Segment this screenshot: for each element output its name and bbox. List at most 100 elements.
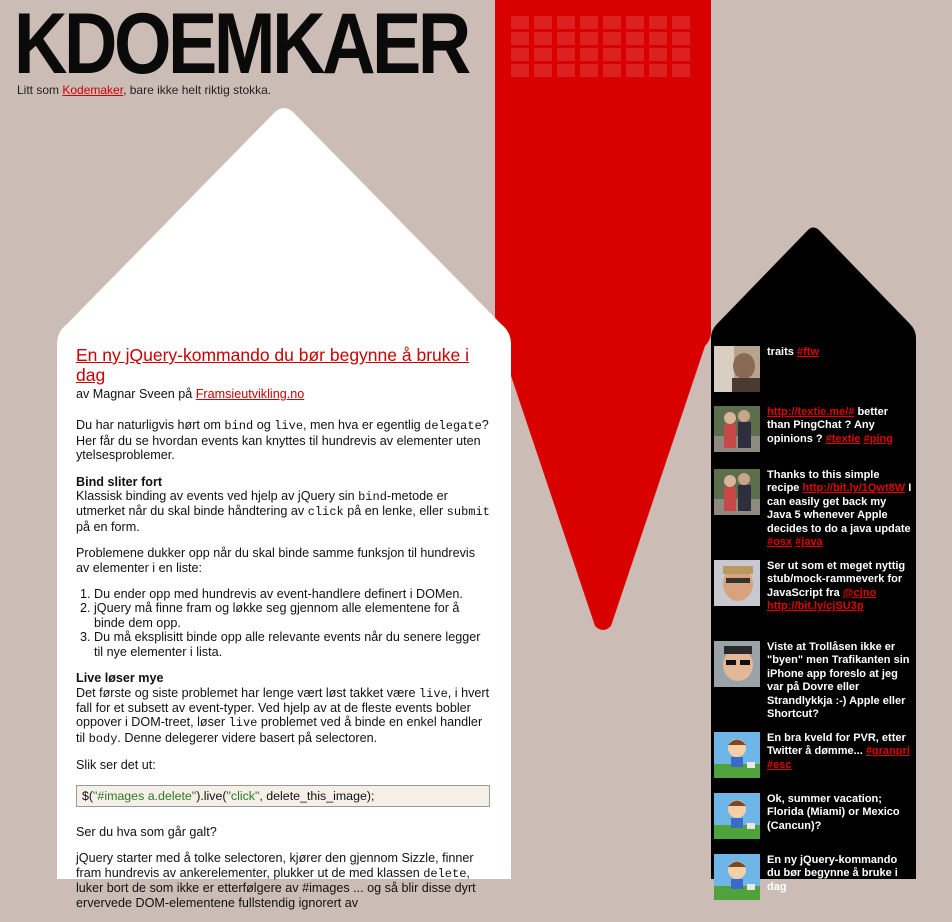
banner-tile (603, 64, 621, 77)
banner-tile (603, 48, 621, 61)
byline-text: av Magnar Sveen på (76, 387, 196, 401)
tweet-text: En ny jQuery-kommando du bør begynne å b… (767, 854, 912, 894)
blog-post: En ny jQuery-kommando du bør begynne å b… (76, 345, 490, 922)
tweet-link[interactable]: http://textie.me/# (767, 406, 854, 418)
banner-tile (511, 48, 529, 61)
twitter-panel (711, 227, 916, 879)
tweet-text: traits #ftw (767, 346, 912, 359)
couple-avatar[interactable] (714, 469, 760, 515)
banner-tile (603, 32, 621, 45)
banner-tile (672, 48, 690, 61)
kodemaker-link[interactable]: Kodemaker (62, 83, 123, 97)
hashtag-link[interactable]: #granpri (866, 745, 910, 757)
banner-tile (649, 48, 667, 61)
banner-tile (511, 16, 529, 29)
banner-tile (534, 48, 552, 61)
post-title: En ny jQuery-kommando du bør begynne å b… (76, 345, 490, 385)
banner-tile (534, 32, 552, 45)
code-part: $( (82, 788, 94, 803)
code-string: "#images a.delete" (93, 788, 197, 803)
post-byline: av Magnar Sveen på Framsieutvikling.no (76, 387, 490, 401)
code-live: live (274, 419, 304, 434)
banner-tile (626, 16, 644, 29)
banner-tile (626, 64, 644, 77)
tweet-span: Ok, summer vacation; Florida (Miami) or … (767, 793, 900, 832)
face-avatar[interactable] (714, 560, 760, 606)
banner-tile (534, 16, 552, 29)
cartoon-avatar[interactable] (714, 854, 760, 900)
text: på en form. (76, 519, 140, 534)
text: på en lenke, eller (343, 504, 447, 519)
last-paragraph: jQuery starter med å tolke selectoren, k… (76, 851, 490, 910)
portrait-avatar[interactable] (714, 346, 760, 392)
banner-tile (626, 32, 644, 45)
banner-tile (580, 64, 598, 77)
bind-paragraph: Klassisk binding av events ved hjelp av … (76, 489, 490, 534)
tagline-prefix: Litt som (17, 83, 63, 97)
banner-tile (580, 16, 598, 29)
tweet-link[interactable]: http://bit.ly/1Qwt8W (802, 482, 905, 494)
cartoon-avatar[interactable] (714, 793, 760, 839)
code-live: live (418, 686, 448, 701)
post-title-link[interactable]: En ny jQuery-kommando du bør begynne å b… (76, 345, 469, 385)
banner-tile (557, 32, 575, 45)
hashtag-link[interactable]: #esc (767, 759, 791, 771)
tweet-text: Ser ut som et meget nyttig stub/mock-ram… (767, 560, 912, 614)
problem-intro: Problemene dukker opp når du skal binde … (76, 546, 476, 575)
banner-tile (649, 64, 667, 77)
section-heading-live: Live løser mye (76, 671, 164, 686)
code-click: click (307, 505, 344, 520)
couple-avatar[interactable] (714, 406, 760, 452)
banner-pattern (511, 16, 695, 80)
site-title[interactable]: KDOEMKAER (14, 1, 471, 87)
source-link[interactable]: Framsieutvikling.no (196, 387, 305, 401)
code-delegate: delegate (424, 419, 482, 434)
live-paragraph: Det første og siste problemet har lenge … (76, 686, 490, 747)
code-bind: bind (224, 419, 254, 434)
tweet-text: Thanks to this simple recipe http://bit.… (767, 469, 912, 549)
hashtag-link[interactable]: #ping (864, 433, 893, 445)
banner-tile (511, 64, 529, 77)
banner-tile (557, 48, 575, 61)
banner-tile (580, 32, 598, 45)
banner-tile (672, 64, 690, 77)
tweet-text: http://textie.me/# better than PingChat … (767, 406, 912, 446)
banner-tile (580, 48, 598, 61)
list-item: Du må eksplisitt binde opp alle relevant… (94, 630, 490, 659)
tweet-span: Ser ut som et meget nyttig stub/mock-ram… (767, 560, 906, 599)
tweet-span: En ny jQuery-kommando du bør begynne å b… (767, 854, 898, 893)
banner-tile (672, 32, 690, 45)
tagline: Litt som Kodemaker, bare ikke helt rikti… (17, 83, 271, 97)
tweet-text: Ok, summer vacation; Florida (Miami) or … (767, 793, 912, 833)
code-part: ).live( (196, 788, 227, 803)
hashtag-link[interactable]: #osx (767, 536, 792, 548)
list-item: Du ender opp med hundrevis av event-hand… (94, 587, 490, 601)
mention-link[interactable]: @cjno (843, 587, 876, 599)
question: Ser du hva som går galt? (76, 824, 217, 839)
tagline-suffix: , bare ikke helt riktig stokka. (123, 83, 272, 97)
code-body: body (88, 731, 118, 746)
text: Det første og siste problemet har lenge … (76, 685, 419, 700)
hashtag-link[interactable]: #textie (826, 433, 861, 445)
code-live: live (228, 716, 258, 731)
banner-tile (672, 16, 690, 29)
code-bind: bind (358, 490, 387, 505)
text: jQuery starter med å tolke selectoren, k… (76, 851, 474, 880)
hashtag-link[interactable]: #java (795, 536, 823, 548)
section-heading-bind: Bind sliter fort (76, 474, 163, 489)
text: og (253, 418, 275, 433)
text: . Denne delegerer videre basert på selec… (117, 730, 378, 745)
sunglasses-avatar[interactable] (714, 641, 760, 687)
cartoon-avatar[interactable] (714, 732, 760, 778)
banner-tile (557, 64, 575, 77)
banner-tile (534, 64, 552, 77)
banner-tile (649, 32, 667, 45)
red-banner (495, 0, 711, 630)
banner-tile (649, 16, 667, 29)
tweet-span: traits (767, 346, 797, 358)
hashtag-link[interactable]: #ftw (797, 346, 819, 358)
text: , men hva er egentlig (303, 418, 425, 433)
tweet-link[interactable]: http://bit.ly/cjSU3p (767, 600, 864, 612)
text: Klassisk binding av events ved hjelp av … (76, 489, 359, 504)
banner-tile (557, 16, 575, 29)
